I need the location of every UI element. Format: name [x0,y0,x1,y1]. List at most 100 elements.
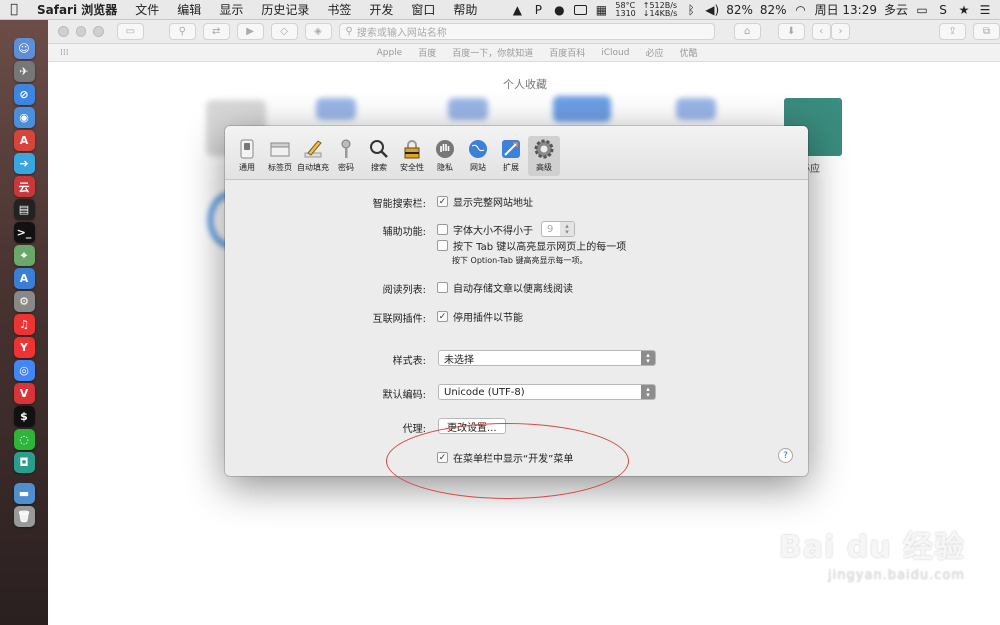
clock[interactable]: 周日 13:29 [815,1,877,18]
sogou-icon[interactable]: S [936,3,950,17]
p-app-icon[interactable]: P [531,3,545,17]
stylesheet-select[interactable]: 未选择 ▴ ▾ [438,350,656,366]
wifi-icon[interactable]: ◠ [794,3,808,17]
finder-icon[interactable]: ☺ [13,38,35,59]
grid-icon[interactable]: ⁞⁞⁞ [60,48,69,58]
terminal-icon[interactable]: >_ [13,222,35,243]
fav-baike[interactable]: 百度百科 [541,46,593,59]
yandex-icon[interactable]: Y [13,337,35,358]
app-store-icon[interactable]: A [13,268,35,289]
help-button[interactable]: ? [778,448,793,463]
folder-icon[interactable]: ▬ [13,483,35,504]
min-font-checkbox[interactable] [437,223,448,235]
close-button[interactable] [58,26,69,37]
topsite-tile[interactable] [676,98,716,120]
volume-icon[interactable]: ◀) [705,3,719,17]
tab-search[interactable]: 搜索 [363,138,395,179]
fav-bing[interactable]: 必应 [637,46,671,59]
develop-menu-checkbox[interactable]: ✓ [437,452,448,463]
back-button[interactable]: ‹ [811,23,831,40]
tab-autofill[interactable]: 自动填充 [297,138,329,179]
grid-icon[interactable]: ▦ [594,3,608,17]
menu-window[interactable]: 窗口 [402,1,444,18]
music-icon[interactable]: ♫ [13,314,35,335]
system-monitor[interactable]: 58°C 1310 [615,1,635,18]
app-red-icon[interactable]: A [13,130,35,151]
stylesheet-label: 样式表: [392,356,426,367]
tab-security[interactable]: 安全性 [396,138,428,179]
trash-icon[interactable]: 🗑 [13,506,35,527]
download-button[interactable]: ⬇ [777,23,805,40]
fav-baidu[interactable]: 百度 [410,46,444,59]
show-full-address-checkbox[interactable]: ✓ [437,196,448,207]
tab-privacy[interactable]: 隐私 [429,138,461,179]
battery-percent-2[interactable]: 82% [760,3,787,17]
tab-advanced[interactable]: 高级 [528,136,560,176]
eject-icon[interactable]: ▲ [510,3,524,17]
fav-icloud[interactable]: iCloud [593,48,637,58]
migration-icon[interactable]: ➜ [13,153,35,174]
menu-file[interactable]: 文件 [126,1,168,18]
share-button[interactable]: ⇪ [939,23,967,40]
topsite-tile[interactable] [553,96,611,122]
media-button[interactable]: ▶ [236,23,264,40]
tab-highlight-checkbox[interactable] [437,240,448,251]
shield2-button[interactable]: ◈ [304,23,332,40]
address-bar[interactable]: ⚲ 搜索或输入网站名称 [338,23,715,40]
extension-button[interactable]: ⇄ [202,23,230,40]
menu-safari[interactable]: Safari 浏览器 [28,1,126,18]
menu-edit[interactable]: 编辑 [168,1,210,18]
battery-icon[interactable]: ▭ [915,3,929,17]
apple-menu-icon[interactable]:  [0,2,28,17]
maps-icon[interactable]: ⌖ [13,245,35,266]
safari-toolbar: ▭ ⚲ ⇄ ▶ ◇ ◈ ⚲ 搜索或输入网站名称 ⌂ ⬇ ‹ › ⇪ ⧉ [48,20,1000,44]
app-teal-icon[interactable]: ◘ [13,452,35,473]
wechat-dock-icon[interactable]: ◌ [13,429,35,450]
minimize-button[interactable] [75,26,87,37]
tab-websites[interactable]: 网站 [462,138,494,179]
tabs-overview-button[interactable]: ⧉ [973,23,1000,40]
vivaldi-icon[interactable]: V [13,383,35,404]
battery-percent-1[interactable]: 82% [726,3,753,17]
launchpad-icon[interactable]: ✈ [13,61,35,82]
reading-list-checkbox[interactable] [437,282,448,293]
menu-history[interactable]: 历史记录 [252,1,318,18]
fav-youku[interactable]: 优酷 [672,46,706,59]
iterm-icon[interactable]: $ [13,406,35,427]
system-preferences-icon[interactable]: ⚙ [13,291,35,312]
menu-list-icon[interactable]: ☰ [978,3,992,17]
fav-apple[interactable]: Apple [369,48,411,58]
bluetooth-icon[interactable]: ᛒ [684,3,698,17]
network-speed[interactable]: ↑512B/s ↓14KB/s [643,1,677,18]
stop-plugins-checkbox[interactable]: ✓ [437,311,448,322]
safari-icon[interactable]: ⊘ [13,84,35,105]
preview-icon[interactable]: ◉ [13,107,35,128]
weather[interactable]: 多云 [884,1,908,18]
tab-tabs[interactable]: 标签页 [264,138,296,179]
tab-general[interactable]: 通用 [231,138,263,179]
min-font-select[interactable]: 9 ▴ ▾ [541,221,575,237]
zoom-button[interactable] [93,26,104,37]
change-settings-button[interactable]: 更改设置... [438,418,506,434]
fav-baidu-search[interactable]: 百度一下，你就知道 [444,46,541,59]
tab-extensions[interactable]: 扩展 [495,138,527,179]
menu-bookmarks[interactable]: 书签 [318,1,360,18]
reader-button[interactable]: ⚲ [168,23,196,40]
topsite-tile[interactable] [316,98,356,120]
topsite-tile[interactable] [448,98,488,120]
wechat-icon[interactable]: ● [552,3,566,17]
forward-button[interactable]: › [830,23,851,40]
activity-monitor-icon[interactable]: ▤ [13,199,35,220]
menu-develop[interactable]: 开发 [360,1,402,18]
star-icon[interactable]: ★ [957,3,971,17]
chrome-icon[interactable]: ◎ [13,360,35,381]
tab-passwords[interactable]: 密码 [330,138,362,179]
menu-help[interactable]: 帮助 [444,1,486,18]
shield-button[interactable]: ◇ [270,23,298,40]
home-button[interactable]: ⌂ [733,23,761,40]
menu-view[interactable]: 显示 [210,1,252,18]
sidebar-button[interactable]: ▭ [116,23,144,40]
encoding-select[interactable]: Unicode (UTF-8) ▴ ▾ [438,384,656,400]
display-icon[interactable] [573,4,587,16]
netease-icon[interactable]: 云 [13,176,35,197]
